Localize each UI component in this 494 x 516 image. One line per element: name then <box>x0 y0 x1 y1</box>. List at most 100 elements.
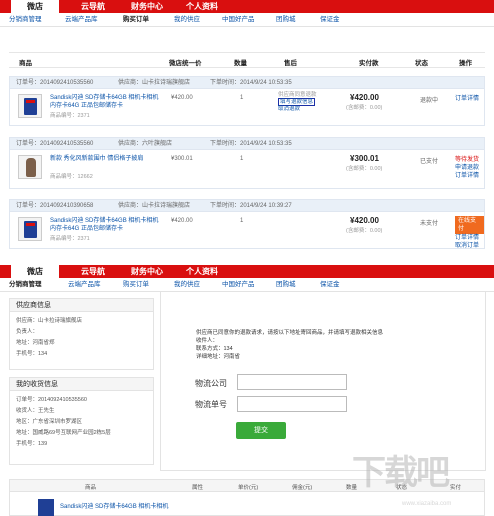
order-detail-link[interactable]: 订单详情 <box>455 172 479 180</box>
subnav-my-supply[interactable]: 我的供应 <box>174 278 200 292</box>
col-product: 商品 <box>85 485 97 491</box>
order-detail-link[interactable]: 订单详情 <box>455 234 484 242</box>
request-refund-link[interactable]: 申请退款 <box>455 164 479 172</box>
order-number: 订单号：2014092410535560 <box>16 141 94 147</box>
refund-contact: 联系方式：134 <box>196 346 233 352</box>
receiver-info-title: 我的收货信息 <box>10 378 153 391</box>
quantity: 1 <box>240 95 244 101</box>
tab-weidian[interactable]: 微店 <box>11 265 59 278</box>
cancel-refund-link[interactable]: 取消退款 <box>278 106 317 113</box>
order-supplier: 供应商：六叶旗舰店 <box>118 141 173 147</box>
subnav-group-buy[interactable]: 团购城 <box>276 13 296 27</box>
aftersale-actions: 供应商同意退款 填写退款信息 取消退款 <box>278 92 317 113</box>
order-detail-link[interactable]: 订单详情 <box>455 95 479 103</box>
receiver-region: 地区：广东省深圳市罗湖区 <box>16 419 83 425</box>
tab-cloud-nav[interactable]: 云导航 <box>72 0 114 13</box>
order-time: 下单时间：2014/9/24 10:39:27 <box>210 203 292 209</box>
receiver-info-panel: 我的收货信息 订单号：2014092410535560 收货人：王先生 地区：广… <box>9 377 154 465</box>
subnav-my-supply[interactable]: 我的供应 <box>174 13 200 27</box>
receiver-name: 收货人：王先生 <box>16 408 55 414</box>
cancel-order-link[interactable]: 取消订单 <box>455 242 484 250</box>
product-thumbnail[interactable] <box>18 94 42 118</box>
order-actions: 等待发货 申请退款 订单详情 <box>455 156 479 180</box>
subnav-distributor[interactable]: 分销商管理 <box>9 278 42 292</box>
product-code: 商品编号：2371 <box>50 113 90 119</box>
tab-weidian[interactable]: 微店 <box>11 0 59 13</box>
unit-price: ¥420.00 <box>171 95 193 101</box>
tab-profile[interactable]: 个人资料 <box>180 0 224 13</box>
quantity: 1 <box>240 156 244 162</box>
product-name-link[interactable]: 新款 秀化风新款围巾 情侣格子披肩 <box>50 155 160 163</box>
top-nav-bar-2: 微店 云导航 财务中心 个人资料 <box>0 265 494 278</box>
receiver-order-number: 订单号：2014092410535560 <box>16 397 87 403</box>
product-name-link[interactable]: Sandisk闪迪 SD存储卡64GB 相机卡相机内存卡64G 正品包邮储存卡 <box>50 94 160 110</box>
shipping-fee: (含邮费：0.00) <box>346 166 383 172</box>
col-commission: 佣金(元) <box>292 485 313 491</box>
order-number: 订单号：2014092410535560 <box>16 80 94 86</box>
order-info-bar: 订单号：2014092410390658 供应商：山卡拉诗瑞旗舰店 下单时间：2… <box>10 200 484 212</box>
order-status: 退款中 <box>420 98 439 104</box>
col-actions: 操作 <box>459 60 472 67</box>
order-number: 订单号：2014092410390658 <box>16 203 94 209</box>
order-card: 订单号：2014092410535560 供应商：六叶旗舰店 下单时间：2014… <box>9 137 485 189</box>
supplier-contact: 负责人： <box>16 329 39 335</box>
logistics-company-label: 物流公司 <box>195 379 227 388</box>
paid-amount: ¥420.00 <box>350 216 379 225</box>
subnav-purchase-orders[interactable]: 购买订单 <box>123 278 149 292</box>
shipping-fee: (含邮费：0.00) <box>346 105 383 111</box>
order-card: 订单号：2014092410390658 供应商：山卡拉诗瑞旗舰店 下单时间：2… <box>9 199 485 249</box>
supplier-info-title: 供应商信息 <box>10 299 153 312</box>
order-info-bar: 订单号：2014092410535560 供应商：六叶旗舰店 下单时间：2014… <box>10 138 484 150</box>
sub-nav: 分销商管理 云端产品库 购买订单 我的供应 中国好产品 团购城 保证金 <box>0 13 494 27</box>
refund-recipient: 收件人： <box>196 338 219 344</box>
subnav-cloud-products[interactable]: 云端产品库 <box>65 13 98 27</box>
supplier-name: 供应商：山卡拉诗瑞旗舰店 <box>16 318 83 324</box>
subnav-cloud-products[interactable]: 云端产品库 <box>68 278 101 292</box>
supplier-info-panel: 供应商信息 供应商：山卡拉诗瑞旗舰店 负责人： 地址：河南省郑 手机号：134 <box>9 298 154 370</box>
watermark-logo: 下载吧 www.xiazaiba.com <box>352 445 490 513</box>
product-code: 商品编号：2371 <box>50 236 90 242</box>
tracking-number-input[interactable] <box>237 396 347 412</box>
submit-button[interactable]: 提交 <box>236 422 286 439</box>
subnav-deposit[interactable]: 保证金 <box>320 13 340 27</box>
order-info-bar: 订单号：2014092410535560 供应商：山卡拉诗瑞旗舰店 下单时间：2… <box>10 77 484 89</box>
sd-card-image <box>38 499 54 516</box>
tab-profile[interactable]: 个人资料 <box>180 265 224 278</box>
col-product: 商品 <box>19 60 32 67</box>
quantity: 1 <box>240 218 244 224</box>
logistics-company-input[interactable] <box>237 374 347 390</box>
tab-finance[interactable]: 财务中心 <box>125 265 169 278</box>
col-price: 微店统一价 <box>169 60 202 67</box>
pay-online-button[interactable]: 在线支付 <box>455 216 484 234</box>
product-name-link[interactable]: Sandisk闪迪 SD存储卡64GB 相机卡相机 <box>60 501 168 510</box>
subnav-china-products[interactable]: 中国好产品 <box>222 278 255 292</box>
product-thumbnail[interactable] <box>18 217 42 241</box>
unit-price: ¥420.00 <box>171 218 193 224</box>
watermark-text: 下载吧 <box>352 453 450 493</box>
product-thumbnail[interactable] <box>18 155 42 179</box>
refund-notice: 供应商已同意你的退款请求，请按以下地址寄回商品，并请填写退款相关信息 收件人： … <box>196 329 383 361</box>
subnav-deposit[interactable]: 保证金 <box>320 278 340 292</box>
tab-cloud-nav[interactable]: 云导航 <box>72 265 114 278</box>
refund-shipping-box: 供应商已同意你的退款请求，请按以下地址寄回商品，并请填写退款相关信息 收件人： … <box>160 291 486 471</box>
receiver-phone: 手机号：139 <box>16 441 48 447</box>
supplier-address: 地址：河南省郑 <box>16 340 55 346</box>
refund-address: 详细地址：河南省 <box>196 354 241 360</box>
subnav-purchase-orders[interactable]: 购买订单 <box>123 13 149 27</box>
shipping-fee: (含邮费：0.00) <box>346 228 383 234</box>
fill-refund-info-link[interactable]: 填写退款信息 <box>278 98 316 106</box>
subnav-group-buy[interactable]: 团购城 <box>276 278 296 292</box>
order-actions: 在线支付 订单详情 取消订单 <box>455 216 484 250</box>
product-name-link[interactable]: Sandisk闪迪 SD存储卡64GB 相机卡相机内存卡64G 正品包邮储存卡 <box>50 217 160 233</box>
sd-card-image <box>24 98 37 115</box>
tab-finance[interactable]: 财务中心 <box>125 0 169 13</box>
col-attr: 属性 <box>192 485 204 491</box>
supplier-phone: 手机号：134 <box>16 351 48 357</box>
unit-price: ¥300.01 <box>171 156 193 162</box>
order-status: 未支付 <box>420 221 439 227</box>
order-card: 订单号：2014092410535560 供应商：山卡拉诗瑞旗舰店 下单时间：2… <box>9 76 485 126</box>
subnav-distributor[interactable]: 分销商管理 <box>9 13 42 27</box>
subnav-china-products[interactable]: 中国好产品 <box>222 13 255 27</box>
order-time: 下单时间：2014/9/24 10:53:35 <box>210 80 292 86</box>
receiver-address: 地址：国威路69号互联网产业园2栋5层 <box>16 430 111 436</box>
